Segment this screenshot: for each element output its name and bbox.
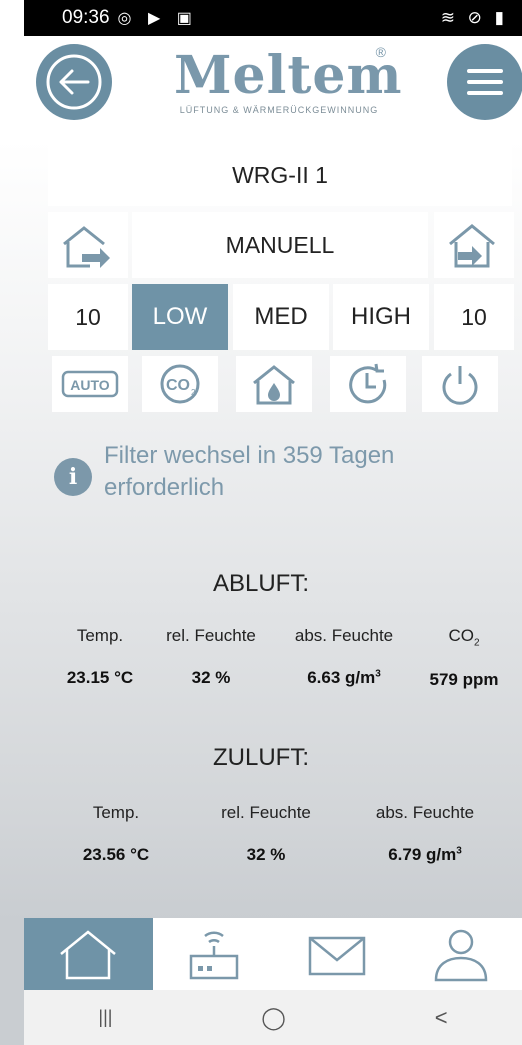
power-button[interactable] xyxy=(422,356,498,412)
zuluft-abs-number: 6.79 g/m xyxy=(388,845,457,864)
zuluft-rel-header: rel. Feuchte xyxy=(221,803,311,822)
abluft-abs: abs. Feuchte 6.63 g/m3 xyxy=(276,626,412,688)
home-nav-button[interactable]: ◯ xyxy=(261,1005,286,1031)
meltem-logo: Meltem ® LÜFTUNG & WÄRMERÜCKGEWINNUNG xyxy=(174,44,403,130)
humidity-house-icon xyxy=(253,365,295,405)
tab-messages[interactable] xyxy=(276,918,399,990)
auto-icon: AUTO xyxy=(61,370,119,398)
zuluft-temp-header: Temp. xyxy=(92,803,140,822)
level-med-button[interactable]: MED xyxy=(233,284,329,350)
abluft-co2-value: 579 ppm xyxy=(429,670,499,690)
svg-text:2: 2 xyxy=(191,388,196,397)
power-icon xyxy=(442,366,478,405)
abluft-abs-number: 6.63 g/m xyxy=(307,668,376,687)
zuluft-temp-value: 23.56 °C xyxy=(82,845,150,864)
info-icon: i xyxy=(54,458,92,496)
bottom-tab-bar xyxy=(24,918,522,990)
abluft-rel-value: 32 % xyxy=(191,668,231,687)
svg-text:CO: CO xyxy=(166,377,190,394)
abluft-rel: rel. Feuchte 32 % xyxy=(150,626,272,688)
abluft-co2-sub: 2 xyxy=(473,637,480,649)
abluft-temp-value: 23.15 °C xyxy=(66,668,134,687)
user-icon xyxy=(434,929,487,982)
timer-icon xyxy=(349,363,387,404)
zuluft-abs-header: abs. Feuchte xyxy=(375,803,475,822)
abluft-co2: CO2 579 ppm xyxy=(412,626,516,690)
zuluft-rel-value: 32 % xyxy=(246,845,286,864)
abluft-co2-header: CO2 xyxy=(412,626,516,648)
exhaust-air-indicator xyxy=(48,212,128,278)
co2-mode-button[interactable]: CO 2 xyxy=(142,356,218,412)
auto-icon-label: AUTO xyxy=(70,377,110,393)
zuluft-abs-value: 6.79 g/m3 xyxy=(350,845,500,865)
logo-wordmark: Meltem xyxy=(174,45,403,106)
logo-registered: ® xyxy=(375,44,386,60)
back-nav-button[interactable]: < xyxy=(435,1005,448,1031)
supply-air-indicator xyxy=(434,212,514,278)
abluft-temp-header: Temp. xyxy=(76,626,124,645)
filter-info: i Filter wechsel in 359 Tagen erforderli… xyxy=(54,440,494,504)
recent-apps-button[interactable]: ||| xyxy=(98,1007,112,1028)
abluft-title: ABLUFT: xyxy=(212,570,310,597)
tab-profile[interactable] xyxy=(399,918,522,990)
home-icon xyxy=(60,930,117,980)
abluft-abs-value: 6.63 g/m3 xyxy=(276,668,412,688)
exhaust-value: 10 xyxy=(48,284,128,350)
mail-icon xyxy=(309,936,366,976)
zuluft-abs: abs. Feuchte 6.79 g/m3 xyxy=(350,803,500,865)
router-icon xyxy=(190,931,239,980)
android-nav-bar: ||| ◯ < xyxy=(24,990,522,1045)
arrow-left-icon xyxy=(46,54,102,110)
back-button[interactable] xyxy=(36,44,112,120)
house-out-icon xyxy=(63,226,110,268)
zuluft-temp: Temp. 23.56 °C xyxy=(56,803,176,865)
status-system-icons: ≋ ⊘ ▮ xyxy=(440,8,508,27)
menu-icon xyxy=(467,69,503,95)
humidity-mode-button[interactable] xyxy=(236,356,312,412)
status-notification-icons: ◎ ▶ ▣ xyxy=(117,10,198,27)
tab-home[interactable] xyxy=(24,918,153,990)
zuluft-abs-sup: 3 xyxy=(456,845,462,857)
abluft-temp: Temp. 23.15 °C xyxy=(50,626,150,688)
abluft-co2-label: CO xyxy=(448,626,474,645)
zuluft-title: ZULUFT: xyxy=(213,744,309,771)
house-in-icon xyxy=(449,224,495,268)
status-time: 09:36 xyxy=(62,7,110,28)
timer-mode-button[interactable] xyxy=(330,356,406,412)
supply-value: 10 xyxy=(434,284,514,350)
abluft-rel-header: rel. Feuchte xyxy=(166,626,256,645)
tab-device[interactable] xyxy=(153,918,276,990)
co2-icon: CO 2 xyxy=(160,364,200,404)
abluft-abs-header: abs. Feuchte xyxy=(294,626,394,645)
status-bar: 09:36 ◎ ▶ ▣ ≋ ⊘ ▮ xyxy=(24,0,522,36)
app-screen: 09:36 ◎ ▶ ▣ ≋ ⊘ ▮ Meltem ® LÜFTUNG & WÄR… xyxy=(0,0,522,1045)
menu-button[interactable] xyxy=(447,44,522,120)
abluft-abs-sup: 3 xyxy=(375,668,381,680)
level-low-button[interactable]: LOW xyxy=(132,284,228,350)
level-high-button[interactable]: HIGH xyxy=(333,284,429,350)
logo-tagline: LÜFTUNG & WÄRMERÜCKGEWINNUNG xyxy=(179,105,379,115)
device-name: WRG-II 1 xyxy=(48,144,512,206)
mode-label[interactable]: MANUELL xyxy=(132,212,428,278)
zuluft-rel: rel. Feuchte 32 % xyxy=(196,803,336,865)
auto-mode-button[interactable]: AUTO xyxy=(52,356,128,412)
filter-info-text: Filter wechsel in 359 Tagen erforderlich xyxy=(104,442,395,501)
